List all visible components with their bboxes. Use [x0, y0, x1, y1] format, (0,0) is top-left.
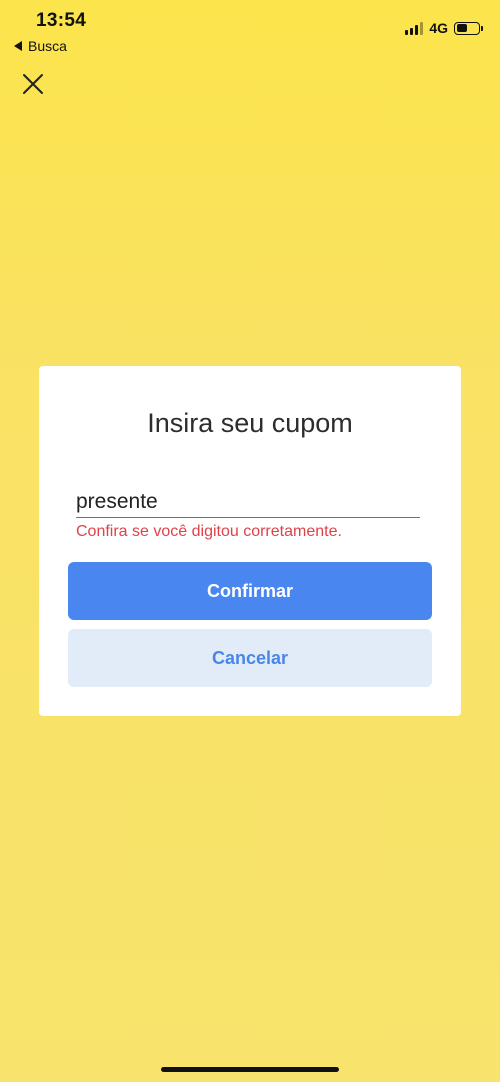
- status-bar: 13:54 Busca 4G: [0, 0, 500, 60]
- close-icon: [23, 74, 43, 94]
- coupon-input[interactable]: [76, 486, 420, 518]
- close-button[interactable]: [22, 73, 44, 95]
- back-to-app-link[interactable]: Busca: [14, 38, 67, 54]
- signal-icon: [405, 21, 424, 35]
- cancel-button[interactable]: Cancelar: [68, 629, 432, 687]
- coupon-error-message: Confira se você digitou corretamente.: [76, 523, 342, 540]
- back-arrow-icon: [14, 41, 22, 51]
- confirm-button[interactable]: Confirmar: [68, 562, 432, 620]
- home-indicator[interactable]: [161, 1067, 339, 1072]
- battery-icon: [454, 21, 483, 35]
- coupon-dialog: Insira seu cupom Confira se você digitou…: [39, 366, 461, 716]
- back-to-app-label: Busca: [28, 38, 67, 54]
- network-type: 4G: [429, 20, 448, 36]
- battery-level: [456, 24, 467, 32]
- dialog-title: Insira seu cupom: [147, 408, 353, 438]
- status-indicators: 4G: [405, 20, 483, 36]
- status-time: 13:54: [36, 10, 87, 31]
